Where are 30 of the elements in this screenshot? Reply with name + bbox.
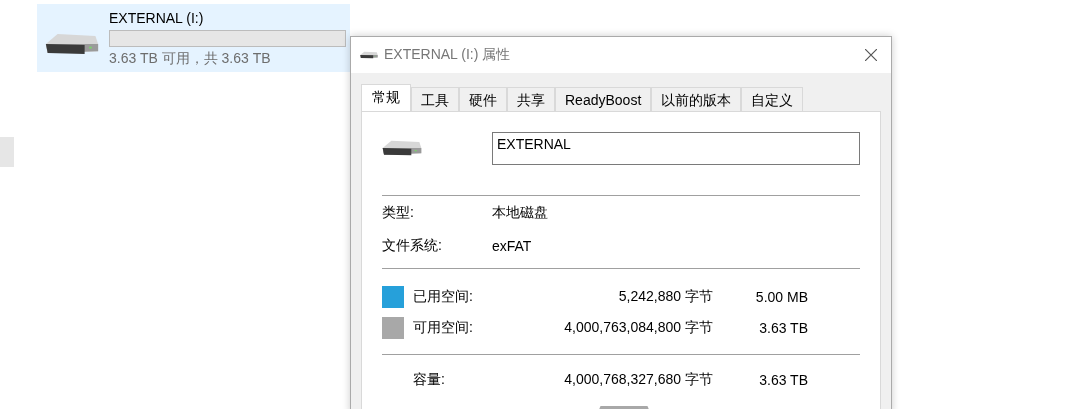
space-label: 已用空间: (413, 287, 474, 306)
field-value: 本地磁盘 (492, 203, 548, 222)
drive-tile[interactable]: EXTERNAL (I:) 3.63 TB 可用，共 3.63 TB (37, 4, 350, 72)
tab[interactable]: 以前的版本 (651, 87, 742, 111)
byte-count: 4,000,768,327,680 字节 (563, 371, 713, 389)
tab[interactable]: 共享 (507, 87, 555, 111)
space-label: 可用空间: (413, 318, 474, 337)
tab[interactable]: 硬件 (459, 87, 507, 111)
window-title: EXTERNAL (I:) 属性 (384, 46, 512, 64)
field-label: 类型: (382, 203, 415, 222)
drive-icon (382, 140, 422, 156)
scroll-thumb[interactable] (0, 137, 14, 167)
tab[interactable]: 自定义 (741, 87, 804, 111)
field-label: 文件系统: (382, 236, 443, 255)
name-field[interactable]: EXTERNAL (492, 131, 860, 165)
close-icon[interactable] (865, 49, 877, 61)
drive-summary: 3.63 TB 可用，共 3.63 TB (109, 48, 272, 67)
drive-name: EXTERNAL (I:) (109, 9, 205, 27)
drive-icon (45, 32, 99, 56)
size-value: 3.63 TB (758, 319, 808, 336)
size-value: 3.63 TB (758, 372, 808, 388)
drive-icon (360, 51, 378, 59)
tab[interactable]: 工具 (411, 87, 459, 111)
byte-count: 4,000,763,084,800 字节 (563, 318, 713, 337)
field-value: exFAT (492, 237, 532, 254)
tab[interactable]: 常规 (361, 84, 411, 112)
size-value: 5.00 MB (754, 288, 808, 305)
space-label: 容量: (413, 371, 446, 389)
tab[interactable]: ReadyBoost (555, 87, 652, 111)
byte-count: 5,242,880 字节 (617, 287, 713, 306)
